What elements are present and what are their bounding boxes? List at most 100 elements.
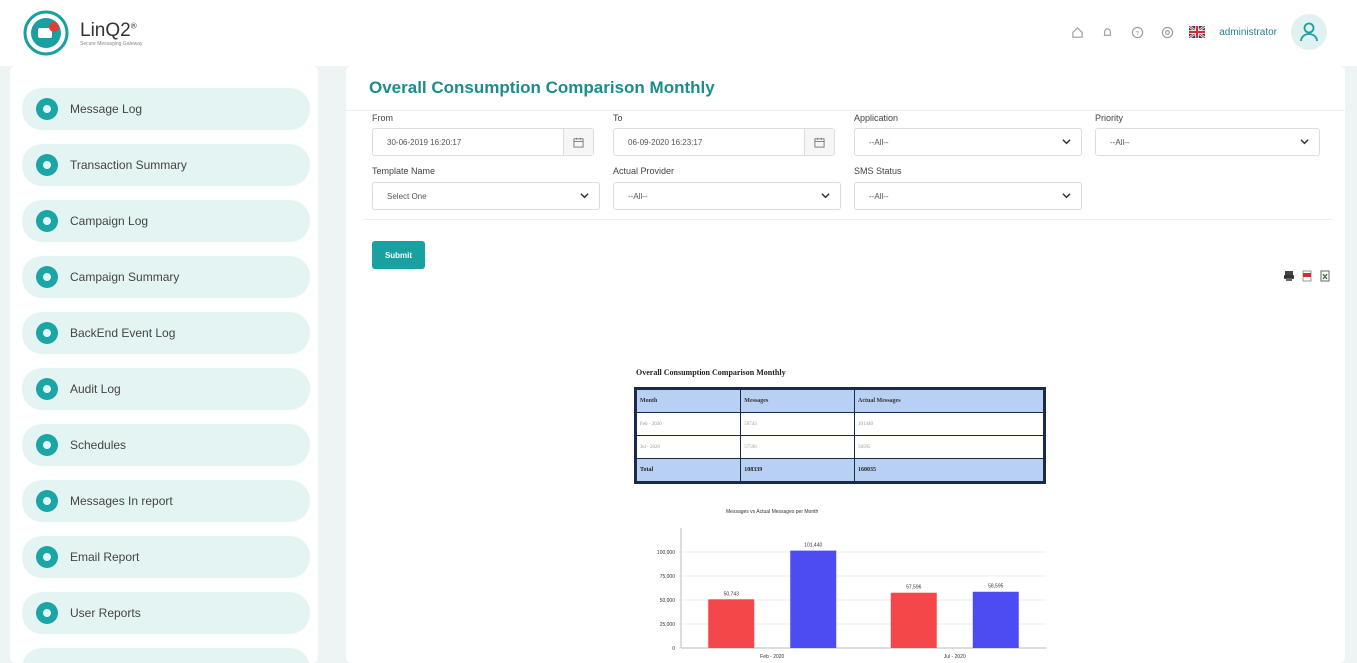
menu-icon	[36, 378, 58, 400]
table-cell: 50743	[740, 412, 856, 436]
calendar-icon[interactable]	[563, 129, 593, 155]
submit-button[interactable]: Submit	[372, 241, 425, 269]
chevron-down-icon	[1300, 139, 1309, 145]
table-row: Jul - 2020 57596 58595	[635, 435, 1044, 459]
table-cell: Feb - 2020	[635, 412, 742, 436]
uk-flag-icon[interactable]	[1189, 26, 1206, 38]
table-total-row: Total 108339 160035	[635, 458, 1044, 482]
y-tick-label: 75,000	[660, 574, 676, 580]
to-label: To	[613, 113, 623, 123]
sms-status-select[interactable]: --All--	[854, 182, 1082, 210]
sidebar-item-label: Campaign Summary	[70, 270, 180, 284]
table-cell: Total	[635, 458, 742, 482]
sidebar-item-more[interactable]	[22, 648, 310, 663]
menu-icon	[36, 602, 58, 624]
table-row: Feb - 2020 50743 101440	[635, 412, 1044, 436]
main-content: Overall Consumption Comparison Monthly F…	[346, 66, 1345, 663]
column-header: Messages	[740, 389, 856, 413]
chart-bar	[972, 591, 1019, 648]
to-date-field[interactable]: 06-09-2020 16:23:17	[613, 128, 835, 156]
column-header: Month	[635, 389, 742, 413]
menu-icon	[36, 98, 58, 120]
svg-text:?: ?	[1135, 30, 1139, 37]
print-icon[interactable]	[1283, 270, 1295, 282]
y-tick-label: 100,000	[657, 550, 675, 556]
provider-value: --All--	[628, 191, 648, 201]
sidebar-item-email-report[interactable]: Email Report	[22, 536, 310, 578]
pdf-icon[interactable]	[1301, 270, 1313, 282]
sidebar-item-label: Message Log	[70, 102, 143, 116]
y-tick-label: 0	[672, 646, 675, 652]
sms-status-label: SMS Status	[854, 166, 902, 176]
excel-icon[interactable]	[1319, 270, 1331, 282]
table-cell: 108339	[740, 458, 856, 482]
priority-value: --All--	[1110, 137, 1130, 147]
table-cell: 58595	[854, 435, 1044, 459]
data-label: 101,440	[804, 543, 822, 549]
report-title: Overall Consumption Comparison Monthly	[636, 368, 786, 377]
home-icon[interactable]	[1069, 24, 1085, 40]
data-label: 57,596	[906, 585, 922, 591]
app-logo	[23, 10, 69, 56]
template-value: Select One	[387, 191, 427, 201]
sidebar-item-messages-in-report[interactable]: Messages In report	[22, 480, 310, 522]
table-cell: 101440	[854, 412, 1044, 436]
app-tagline: Secure Messaging Gateway	[80, 41, 143, 47]
divider	[364, 219, 1332, 220]
x-tick-label: Jul - 2020	[944, 654, 966, 660]
sidebar-item-backend-event-log[interactable]: BackEnd Event Log	[22, 312, 310, 354]
menu-icon	[36, 210, 58, 232]
sidebar-item-label: User Reports	[70, 606, 141, 620]
menu-icon	[36, 490, 58, 512]
data-label: 58,595	[988, 584, 1004, 590]
column-header: Actual Messages	[854, 389, 1044, 413]
sidebar-item-campaign-summary[interactable]: Campaign Summary	[22, 256, 310, 298]
bell-icon[interactable]	[1099, 24, 1115, 40]
report-table: Month Messages Actual Messages Feb - 202…	[634, 387, 1046, 484]
app-name: LinQ2®	[80, 20, 137, 41]
bar-chart: 0 25,000 50,000 75,000 100,000 50,743 101,440 F…	[657, 528, 1046, 660]
application-select[interactable]: --All--	[854, 128, 1082, 156]
menu-icon	[36, 266, 58, 288]
template-select[interactable]: Select One	[372, 182, 600, 210]
sidebar-item-label: Messages In report	[70, 494, 173, 508]
sidebar-item-message-log[interactable]: Message Log	[22, 88, 310, 130]
template-label: Template Name	[372, 166, 436, 176]
chart-title: Messages vs Actual Messages per Month	[726, 509, 819, 515]
user-icon	[1300, 22, 1318, 42]
table-cell: 57596	[740, 435, 856, 459]
table-cell: Jul - 2020	[635, 435, 742, 459]
priority-select[interactable]: --All--	[1095, 128, 1320, 156]
calendar-icon[interactable]	[804, 129, 834, 155]
data-label: 50,743	[724, 591, 740, 597]
sidebar-item-audit-log[interactable]: Audit Log	[22, 368, 310, 410]
chevron-down-icon	[580, 193, 589, 199]
from-date-value: 30-06-2019 16:20:17	[387, 137, 462, 147]
application-label: Application	[854, 113, 899, 123]
user-name[interactable]: administrator	[1219, 27, 1277, 38]
sidebar-item-label: Transaction Summary	[70, 158, 187, 172]
sidebar-item-user-reports[interactable]: User Reports	[22, 592, 310, 634]
sidebar-item-label: BackEnd Event Log	[70, 326, 176, 340]
x-tick-label: Feb - 2020	[760, 654, 784, 660]
sms-status-value: --All--	[869, 191, 889, 201]
provider-label: Actual Provider	[613, 166, 675, 176]
sidebar-item-campaign-log[interactable]: Campaign Log	[22, 200, 310, 242]
avatar[interactable]	[1291, 14, 1327, 50]
header-actions: ? administrator	[1069, 14, 1327, 50]
divider	[346, 110, 1345, 111]
table-cell: 160035	[854, 458, 1044, 482]
help-icon[interactable]: ?	[1129, 24, 1145, 40]
sidebar-item-label: Audit Log	[70, 382, 121, 396]
application-value: --All--	[869, 137, 889, 147]
sidebar-item-schedules[interactable]: Schedules	[22, 424, 310, 466]
from-date-field[interactable]: 30-06-2019 16:20:17	[372, 128, 594, 156]
sidebar-item-transaction-summary[interactable]: Transaction Summary	[22, 144, 310, 186]
gear-icon[interactable]	[1159, 24, 1175, 40]
to-date-value: 06-09-2020 16:23:17	[628, 137, 703, 147]
y-tick-label: 50,000	[660, 598, 676, 604]
menu-icon	[36, 434, 58, 456]
chart-bar	[790, 550, 837, 648]
provider-select[interactable]: --All--	[613, 182, 841, 210]
table-header-row: Month Messages Actual Messages	[635, 389, 1044, 413]
